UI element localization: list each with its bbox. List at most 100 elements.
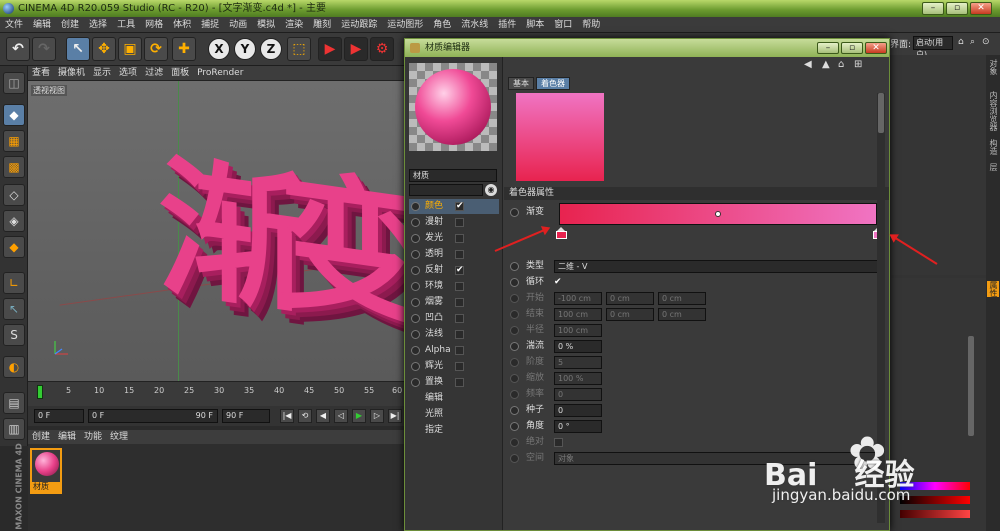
editor-minimize-button[interactable]: – [817, 42, 839, 54]
menu-sculpt[interactable]: 雕刻 [308, 17, 336, 33]
editor-close-button[interactable]: ✕ [865, 42, 887, 54]
workplane-mode-icon[interactable]: ▩ [3, 156, 25, 178]
redo-icon[interactable]: ↷ [32, 37, 56, 61]
y-axis-button[interactable]: Y [234, 38, 256, 60]
radius-field[interactable]: 100 cm [554, 324, 602, 337]
mat-menu-create[interactable]: 创建 [28, 430, 54, 444]
param-radio[interactable] [510, 278, 519, 287]
param-radio[interactable] [510, 342, 519, 351]
channel-luminance[interactable]: 发光 [409, 231, 499, 246]
viewport-menu-filter[interactable]: 过滤 [141, 66, 167, 81]
viewport-menu-view[interactable]: 查看 [28, 66, 54, 81]
param-radio[interactable] [510, 294, 519, 303]
menu-window[interactable]: 窗口 [549, 17, 577, 33]
end-y-field[interactable]: 0 cm [606, 308, 654, 321]
channel-checkbox[interactable]: ✔ [455, 266, 464, 275]
magnet-icon[interactable]: ◐ [3, 356, 25, 378]
nav-up-icon[interactable]: ▲ [822, 59, 830, 70]
nav-expand-icon[interactable]: ⊞ [854, 59, 862, 70]
menu-file[interactable]: 文件 [0, 17, 28, 33]
undo-icon[interactable]: ↶ [6, 37, 30, 61]
channel-transparency[interactable]: 透明 [409, 247, 499, 262]
tab-objects[interactable]: 对象 [987, 59, 999, 75]
goto-start-icon[interactable]: |◀ [280, 409, 294, 423]
render-picture-viewer-icon[interactable]: ▶ [344, 37, 368, 61]
viewport-menu-display[interactable]: 显示 [89, 66, 115, 81]
param-radio[interactable] [510, 208, 519, 217]
playhead[interactable] [37, 385, 43, 399]
channel-checkbox[interactable] [455, 346, 464, 355]
menu-animate[interactable]: 动画 [224, 17, 252, 33]
start-z-field[interactable]: 0 cm [658, 292, 706, 305]
viewport-menu-options[interactable]: 选项 [115, 66, 141, 81]
tab-layers[interactable]: 层 [987, 163, 999, 171]
material-editor-titlebar[interactable]: 材质编辑器 – ▫ ✕ [405, 39, 889, 57]
param-radio[interactable] [510, 374, 519, 383]
live-select-icon[interactable]: ↖ [66, 37, 90, 61]
material-name-field[interactable]: 材质 [409, 169, 497, 182]
mat-menu-function[interactable]: 功能 [80, 430, 106, 444]
model-mode-icon[interactable]: ◆ [3, 104, 25, 126]
tab-basic[interactable]: 基本 [508, 77, 534, 90]
angle-field[interactable]: 0 ° [554, 420, 602, 433]
material-picker-icon[interactable]: ◉ [485, 184, 497, 196]
close-button[interactable]: ✕ [970, 2, 992, 15]
channel-checkbox[interactable] [455, 234, 464, 243]
maximize-button[interactable]: ▫ [946, 2, 968, 15]
channel-checkbox[interactable] [455, 330, 464, 339]
channel-checkbox[interactable] [455, 378, 464, 387]
menu-motion-tracking[interactable]: 运动跟踪 [336, 17, 382, 33]
menu-character[interactable]: 角色 [428, 17, 456, 33]
mat-menu-edit[interactable]: 编辑 [54, 430, 80, 444]
nav-lock-icon[interactable]: ⌂ [838, 59, 844, 70]
menu-render[interactable]: 渲染 [280, 17, 308, 33]
channel-alpha[interactable]: Alpha [409, 343, 499, 358]
lock-workplane-icon[interactable]: ▤ [3, 392, 25, 414]
start-y-field[interactable]: 0 cm [606, 292, 654, 305]
channel-assignment[interactable]: 指定 [409, 423, 499, 438]
search-icon[interactable]: ⌕ [970, 37, 975, 47]
menu-help[interactable]: 帮助 [577, 17, 605, 33]
param-radio[interactable] [510, 406, 519, 415]
menu-snap[interactable]: 捕捉 [196, 17, 224, 33]
texture-mode-icon[interactable]: ▦ [3, 130, 25, 152]
menu-plugins[interactable]: 插件 [493, 17, 521, 33]
make-editable-icon[interactable]: ◫ [3, 72, 25, 94]
seed-field[interactable]: 0 [554, 404, 602, 417]
material-thumbnail[interactable]: 材质 [30, 448, 62, 494]
channel-reflectance[interactable]: 反射 ✔ [409, 263, 499, 278]
render-settings-icon[interactable]: ⚙ [370, 37, 394, 61]
layout-dropdown[interactable]: 启动(用户) [913, 36, 953, 59]
tab-structure[interactable]: 构造 [987, 139, 999, 155]
param-radio[interactable] [510, 310, 519, 319]
goto-end-icon[interactable]: ▶| [388, 409, 402, 423]
nav-back-icon[interactable]: ◀ [804, 59, 812, 70]
param-radio[interactable] [510, 390, 519, 399]
channel-editor[interactable]: 编辑 [409, 391, 499, 406]
play-reverse-icon[interactable]: ◁ [334, 409, 348, 423]
menu-pipeline[interactable]: 流水线 [456, 17, 493, 33]
channel-bump[interactable]: 凹凸 [409, 311, 499, 326]
tab-attributes[interactable]: 属性 [987, 281, 999, 297]
channel-checkbox[interactable] [455, 250, 464, 259]
channel-environment[interactable]: 环境 [409, 279, 499, 294]
cycle-checkbox[interactable]: ✔ [554, 275, 562, 290]
param-radio[interactable] [510, 358, 519, 367]
param-radio[interactable] [510, 262, 519, 271]
end-frame-field[interactable]: 90 F [222, 409, 270, 423]
move-icon[interactable]: ✥ [92, 37, 116, 61]
mat-menu-texture[interactable]: 纹理 [106, 430, 132, 444]
start-x-field[interactable]: -100 cm [554, 292, 602, 305]
menu-script[interactable]: 脚本 [521, 17, 549, 33]
param-radio[interactable] [510, 454, 519, 463]
start-frame-field[interactable]: 0 F [34, 409, 84, 423]
minimize-button[interactable]: – [922, 2, 944, 15]
gradient-bar[interactable] [559, 203, 877, 225]
material-preview[interactable] [409, 63, 497, 151]
lock-icon[interactable]: ⌂ [958, 37, 964, 47]
menu-mograph[interactable]: 运动图形 [382, 17, 428, 33]
rotate-icon[interactable]: ⟳ [144, 37, 168, 61]
channel-checkbox[interactable] [455, 282, 464, 291]
planar-workplane-icon[interactable]: ▥ [3, 418, 25, 440]
type-dropdown[interactable]: 二维 - V [554, 260, 884, 273]
